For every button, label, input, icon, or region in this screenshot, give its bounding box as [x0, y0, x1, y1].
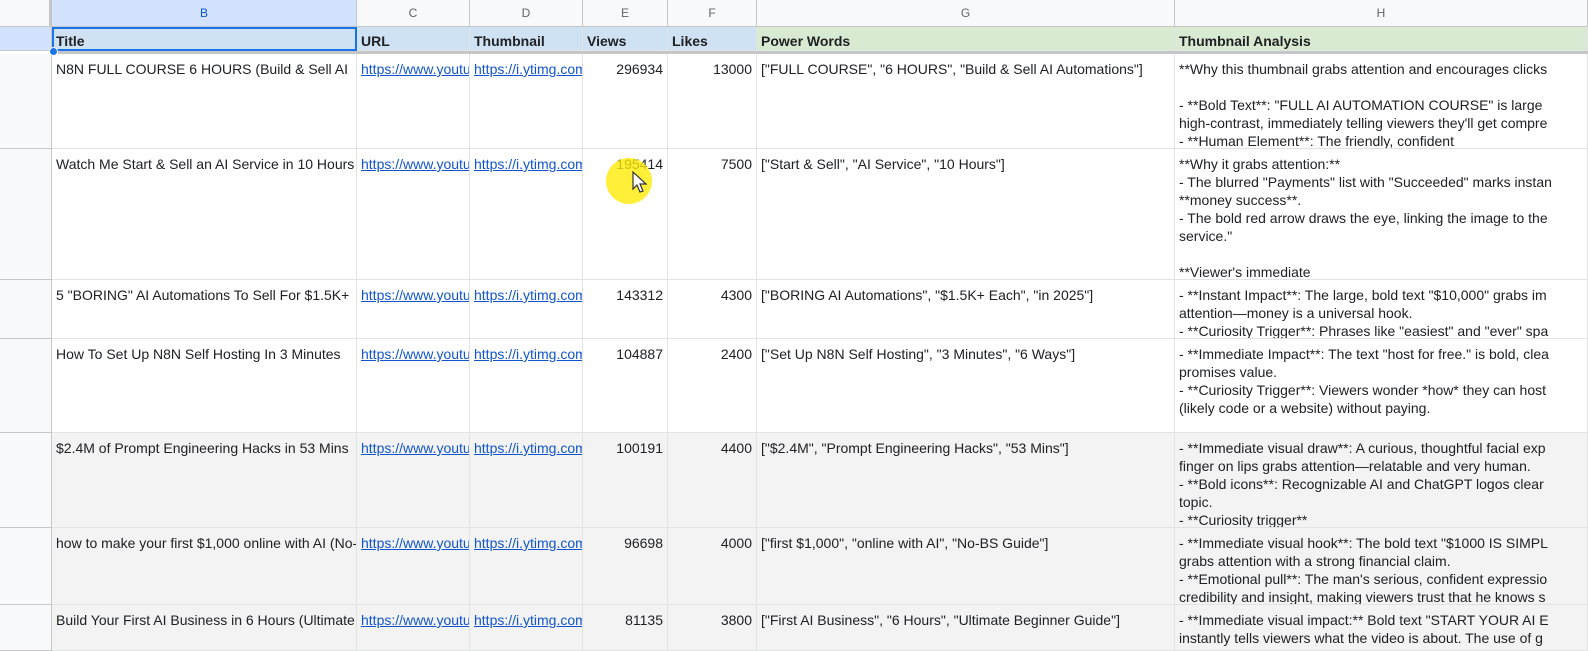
power-words-cell[interactable]: ["Set Up N8N Self Hosting", "3 Minutes",… [757, 339, 1175, 433]
analysis-cell[interactable]: - **Immediate visual draw**: A curious, … [1175, 433, 1588, 528]
thumbnail-link[interactable]: https://i.ytimg.com [470, 528, 583, 605]
row-header[interactable] [0, 27, 52, 51]
selection-fill-handle[interactable] [49, 47, 58, 56]
title-cell[interactable]: How To Set Up N8N Self Hosting In 3 Minu… [52, 339, 357, 433]
thumbnail-link[interactable]: https://i.ytimg.com [470, 433, 583, 528]
header-likes[interactable]: Likes [668, 27, 757, 51]
likes-cell[interactable]: 7500 [668, 149, 757, 280]
row-header[interactable] [0, 54, 52, 149]
power-words-cell[interactable]: ["first $1,000", "online with AI", "No-B… [757, 528, 1175, 605]
column-header-f[interactable]: F [668, 0, 757, 27]
title-cell[interactable]: Watch Me Start & Sell an AI Service in 1… [52, 149, 357, 280]
thumbnail-link[interactable]: https://i.ytimg.com [470, 280, 583, 339]
spreadsheet-grid: BCDEFGH Title URL Thumbnail Views Likes … [0, 0, 1588, 651]
url-link[interactable]: https://www.youtube.com [357, 433, 470, 528]
thumbnail-link[interactable]: https://i.ytimg.com [470, 149, 583, 280]
select-all-corner[interactable] [0, 0, 52, 27]
views-cell[interactable]: 81135 [583, 605, 668, 651]
column-header-e[interactable]: E [583, 0, 668, 27]
title-cell[interactable]: how to make your first $1,000 online wit… [52, 528, 357, 605]
frozen-row-divider[interactable] [52, 51, 1588, 54]
analysis-cell[interactable]: - **Immediate visual hook**: The bold te… [1175, 528, 1588, 605]
column-header-g[interactable]: G [757, 0, 1175, 27]
column-header-d[interactable]: D [470, 0, 583, 27]
column-header-c[interactable]: C [357, 0, 470, 27]
row-header[interactable] [0, 339, 52, 433]
header-url[interactable]: URL [357, 27, 470, 51]
row-header[interactable] [0, 605, 52, 651]
url-link[interactable]: https://www.youtube.com [357, 528, 470, 605]
likes-cell[interactable]: 2400 [668, 339, 757, 433]
views-cell[interactable]: 143312 [583, 280, 668, 339]
power-words-cell[interactable]: ["$2.4M", "Prompt Engineering Hacks", "5… [757, 433, 1175, 528]
header-views[interactable]: Views [583, 27, 668, 51]
analysis-cell[interactable]: - **Instant Impact**: The large, bold te… [1175, 280, 1588, 339]
likes-cell[interactable]: 4000 [668, 528, 757, 605]
power-words-cell[interactable]: ["BORING AI Automations", "$1.5K+ Each",… [757, 280, 1175, 339]
likes-cell[interactable]: 4300 [668, 280, 757, 339]
row-header[interactable] [0, 149, 52, 280]
power-words-cell[interactable]: ["Start & Sell", "AI Service", "10 Hours… [757, 149, 1175, 280]
views-cell[interactable]: 96698 [583, 528, 668, 605]
header-power-words[interactable]: Power Words [757, 27, 1175, 51]
views-cell[interactable]: 100191 [583, 433, 668, 528]
power-words-cell[interactable]: ["First AI Business", "6 Hours", "Ultima… [757, 605, 1175, 651]
analysis-cell[interactable]: **Why it grabs attention:** - The blurre… [1175, 149, 1588, 280]
header-title[interactable]: Title [52, 27, 357, 51]
views-cell[interactable]: 296934 [583, 54, 668, 149]
url-link[interactable]: https://www.youtube.com [357, 149, 470, 280]
analysis-cell[interactable]: - **Immediate visual impact:** Bold text… [1175, 605, 1588, 651]
analysis-cell[interactable]: - **Immediate Impact**: The text "host f… [1175, 339, 1588, 433]
thumbnail-link[interactable]: https://i.ytimg.com [470, 54, 583, 149]
column-header-b[interactable]: B [52, 0, 357, 27]
title-cell[interactable]: Build Your First AI Business in 6 Hours … [52, 605, 357, 651]
likes-cell[interactable]: 3800 [668, 605, 757, 651]
mouse-pointer-icon [632, 171, 648, 193]
power-words-cell[interactable]: ["FULL COURSE", "6 HOURS", "Build & Sell… [757, 54, 1175, 149]
views-cell[interactable]: 104887 [583, 339, 668, 433]
title-cell[interactable]: $2.4M of Prompt Engineering Hacks in 53 … [52, 433, 357, 528]
column-header-h[interactable]: H [1175, 0, 1588, 27]
likes-cell[interactable]: 4400 [668, 433, 757, 528]
header-thumbnail-analysis[interactable]: Thumbnail Analysis [1175, 27, 1588, 51]
analysis-cell[interactable]: **Why this thumbnail grabs attention and… [1175, 54, 1588, 149]
row-header[interactable] [0, 528, 52, 605]
url-link[interactable]: https://www.youtube.com [357, 54, 470, 149]
header-thumbnail[interactable]: Thumbnail [470, 27, 583, 51]
row-header[interactable] [0, 433, 52, 528]
row-header[interactable] [0, 280, 52, 339]
url-link[interactable]: https://www.youtube.com [357, 605, 470, 651]
title-cell[interactable]: N8N FULL COURSE 6 HOURS (Build & Sell AI [52, 54, 357, 149]
thumbnail-link[interactable]: https://i.ytimg.com [470, 339, 583, 433]
likes-cell[interactable]: 13000 [668, 54, 757, 149]
thumbnail-link[interactable]: https://i.ytimg.com [470, 605, 583, 651]
title-cell[interactable]: 5 "BORING" AI Automations To Sell For $1… [52, 280, 357, 339]
url-link[interactable]: https://www.youtube.com [357, 339, 470, 433]
url-link[interactable]: https://www.youtube.com [357, 280, 470, 339]
